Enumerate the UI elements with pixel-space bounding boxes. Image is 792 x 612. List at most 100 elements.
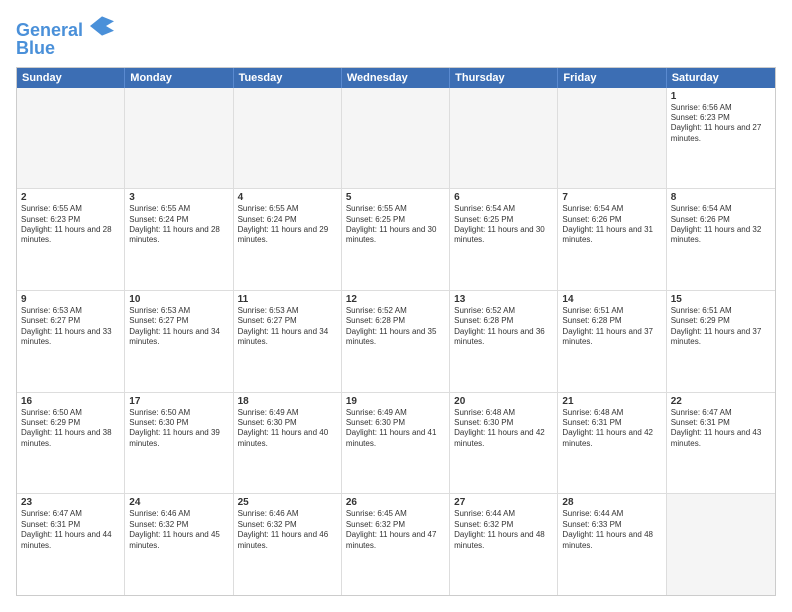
- weekday-header-sunday: Sunday: [17, 68, 125, 88]
- calendar-cell-0-3: [342, 88, 450, 189]
- cell-info: Sunrise: 6:47 AMSunset: 6:31 PMDaylight:…: [21, 509, 120, 551]
- calendar-cell-4-3: 26Sunrise: 6:45 AMSunset: 6:32 PMDayligh…: [342, 494, 450, 595]
- day-number: 23: [21, 497, 120, 508]
- cell-info: Sunrise: 6:55 AMSunset: 6:24 PMDaylight:…: [238, 204, 337, 246]
- day-number: 4: [238, 192, 337, 203]
- calendar-cell-3-1: 17Sunrise: 6:50 AMSunset: 6:30 PMDayligh…: [125, 393, 233, 494]
- logo-general: General: [16, 20, 83, 40]
- cell-info: Sunrise: 6:46 AMSunset: 6:32 PMDaylight:…: [238, 509, 337, 551]
- weekday-header-monday: Monday: [125, 68, 233, 88]
- calendar-cell-1-0: 2Sunrise: 6:55 AMSunset: 6:23 PMDaylight…: [17, 189, 125, 290]
- calendar-cell-0-5: [558, 88, 666, 189]
- calendar-cell-1-5: 7Sunrise: 6:54 AMSunset: 6:26 PMDaylight…: [558, 189, 666, 290]
- cell-info: Sunrise: 6:50 AMSunset: 6:29 PMDaylight:…: [21, 408, 120, 450]
- calendar-cell-3-6: 22Sunrise: 6:47 AMSunset: 6:31 PMDayligh…: [667, 393, 775, 494]
- calendar-cell-2-0: 9Sunrise: 6:53 AMSunset: 6:27 PMDaylight…: [17, 291, 125, 392]
- logo-blue: Blue: [16, 39, 114, 59]
- calendar-cell-0-2: [234, 88, 342, 189]
- day-number: 6: [454, 192, 553, 203]
- cell-info: Sunrise: 6:54 AMSunset: 6:26 PMDaylight:…: [671, 204, 771, 246]
- calendar-cell-1-6: 8Sunrise: 6:54 AMSunset: 6:26 PMDaylight…: [667, 189, 775, 290]
- cell-info: Sunrise: 6:53 AMSunset: 6:27 PMDaylight:…: [21, 306, 120, 348]
- weekday-header-tuesday: Tuesday: [234, 68, 342, 88]
- cell-info: Sunrise: 6:55 AMSunset: 6:25 PMDaylight:…: [346, 204, 445, 246]
- day-number: 20: [454, 396, 553, 407]
- day-number: 15: [671, 294, 771, 305]
- weekday-header-friday: Friday: [558, 68, 666, 88]
- cell-info: Sunrise: 6:51 AMSunset: 6:28 PMDaylight:…: [562, 306, 661, 348]
- header: General Blue: [16, 16, 776, 59]
- cell-info: Sunrise: 6:49 AMSunset: 6:30 PMDaylight:…: [238, 408, 337, 450]
- calendar: SundayMondayTuesdayWednesdayThursdayFrid…: [16, 67, 776, 596]
- calendar-cell-2-2: 11Sunrise: 6:53 AMSunset: 6:27 PMDayligh…: [234, 291, 342, 392]
- day-number: 9: [21, 294, 120, 305]
- cell-info: Sunrise: 6:52 AMSunset: 6:28 PMDaylight:…: [454, 306, 553, 348]
- logo: General Blue: [16, 16, 114, 59]
- day-number: 18: [238, 396, 337, 407]
- cell-info: Sunrise: 6:56 AMSunset: 6:23 PMDaylight:…: [671, 103, 771, 145]
- calendar-cell-2-4: 13Sunrise: 6:52 AMSunset: 6:28 PMDayligh…: [450, 291, 558, 392]
- day-number: 26: [346, 497, 445, 508]
- calendar-cell-3-2: 18Sunrise: 6:49 AMSunset: 6:30 PMDayligh…: [234, 393, 342, 494]
- calendar-cell-0-6: 1Sunrise: 6:56 AMSunset: 6:23 PMDaylight…: [667, 88, 775, 189]
- calendar-cell-0-1: [125, 88, 233, 189]
- calendar-cell-1-4: 6Sunrise: 6:54 AMSunset: 6:25 PMDaylight…: [450, 189, 558, 290]
- cell-info: Sunrise: 6:51 AMSunset: 6:29 PMDaylight:…: [671, 306, 771, 348]
- cell-info: Sunrise: 6:53 AMSunset: 6:27 PMDaylight:…: [129, 306, 228, 348]
- cell-info: Sunrise: 6:54 AMSunset: 6:26 PMDaylight:…: [562, 204, 661, 246]
- day-number: 28: [562, 497, 661, 508]
- day-number: 14: [562, 294, 661, 305]
- day-number: 7: [562, 192, 661, 203]
- cell-info: Sunrise: 6:48 AMSunset: 6:30 PMDaylight:…: [454, 408, 553, 450]
- cell-info: Sunrise: 6:44 AMSunset: 6:32 PMDaylight:…: [454, 509, 553, 551]
- calendar-cell-3-0: 16Sunrise: 6:50 AMSunset: 6:29 PMDayligh…: [17, 393, 125, 494]
- weekday-header-wednesday: Wednesday: [342, 68, 450, 88]
- cell-info: Sunrise: 6:44 AMSunset: 6:33 PMDaylight:…: [562, 509, 661, 551]
- calendar-cell-0-0: [17, 88, 125, 189]
- day-number: 16: [21, 396, 120, 407]
- calendar-body: 1Sunrise: 6:56 AMSunset: 6:23 PMDaylight…: [17, 88, 775, 595]
- day-number: 10: [129, 294, 228, 305]
- calendar-cell-3-5: 21Sunrise: 6:48 AMSunset: 6:31 PMDayligh…: [558, 393, 666, 494]
- day-number: 22: [671, 396, 771, 407]
- calendar-row-3: 16Sunrise: 6:50 AMSunset: 6:29 PMDayligh…: [17, 393, 775, 495]
- calendar-cell-0-4: [450, 88, 558, 189]
- cell-info: Sunrise: 6:47 AMSunset: 6:31 PMDaylight:…: [671, 408, 771, 450]
- calendar-cell-3-4: 20Sunrise: 6:48 AMSunset: 6:30 PMDayligh…: [450, 393, 558, 494]
- day-number: 25: [238, 497, 337, 508]
- day-number: 3: [129, 192, 228, 203]
- cell-info: Sunrise: 6:46 AMSunset: 6:32 PMDaylight:…: [129, 509, 228, 551]
- calendar-cell-1-3: 5Sunrise: 6:55 AMSunset: 6:25 PMDaylight…: [342, 189, 450, 290]
- cell-info: Sunrise: 6:49 AMSunset: 6:30 PMDaylight:…: [346, 408, 445, 450]
- cell-info: Sunrise: 6:50 AMSunset: 6:30 PMDaylight:…: [129, 408, 228, 450]
- cell-info: Sunrise: 6:55 AMSunset: 6:23 PMDaylight:…: [21, 204, 120, 246]
- calendar-cell-4-1: 24Sunrise: 6:46 AMSunset: 6:32 PMDayligh…: [125, 494, 233, 595]
- calendar-row-0: 1Sunrise: 6:56 AMSunset: 6:23 PMDaylight…: [17, 88, 775, 190]
- cell-info: Sunrise: 6:55 AMSunset: 6:24 PMDaylight:…: [129, 204, 228, 246]
- calendar-cell-4-4: 27Sunrise: 6:44 AMSunset: 6:32 PMDayligh…: [450, 494, 558, 595]
- calendar-cell-2-3: 12Sunrise: 6:52 AMSunset: 6:28 PMDayligh…: [342, 291, 450, 392]
- logo-icon: [90, 16, 114, 36]
- cell-info: Sunrise: 6:52 AMSunset: 6:28 PMDaylight:…: [346, 306, 445, 348]
- day-number: 2: [21, 192, 120, 203]
- weekday-header-saturday: Saturday: [667, 68, 775, 88]
- cell-info: Sunrise: 6:54 AMSunset: 6:25 PMDaylight:…: [454, 204, 553, 246]
- calendar-cell-1-1: 3Sunrise: 6:55 AMSunset: 6:24 PMDaylight…: [125, 189, 233, 290]
- day-number: 11: [238, 294, 337, 305]
- cell-info: Sunrise: 6:45 AMSunset: 6:32 PMDaylight:…: [346, 509, 445, 551]
- calendar-cell-4-6: [667, 494, 775, 595]
- calendar-cell-3-3: 19Sunrise: 6:49 AMSunset: 6:30 PMDayligh…: [342, 393, 450, 494]
- calendar-header: SundayMondayTuesdayWednesdayThursdayFrid…: [17, 68, 775, 88]
- page: General Blue SundayMondayTuesdayWednesda…: [0, 0, 792, 612]
- calendar-cell-4-5: 28Sunrise: 6:44 AMSunset: 6:33 PMDayligh…: [558, 494, 666, 595]
- day-number: 12: [346, 294, 445, 305]
- day-number: 13: [454, 294, 553, 305]
- day-number: 5: [346, 192, 445, 203]
- calendar-row-2: 9Sunrise: 6:53 AMSunset: 6:27 PMDaylight…: [17, 291, 775, 393]
- day-number: 8: [671, 192, 771, 203]
- calendar-cell-4-0: 23Sunrise: 6:47 AMSunset: 6:31 PMDayligh…: [17, 494, 125, 595]
- calendar-cell-2-5: 14Sunrise: 6:51 AMSunset: 6:28 PMDayligh…: [558, 291, 666, 392]
- calendar-cell-2-1: 10Sunrise: 6:53 AMSunset: 6:27 PMDayligh…: [125, 291, 233, 392]
- day-number: 1: [671, 91, 771, 102]
- calendar-cell-4-2: 25Sunrise: 6:46 AMSunset: 6:32 PMDayligh…: [234, 494, 342, 595]
